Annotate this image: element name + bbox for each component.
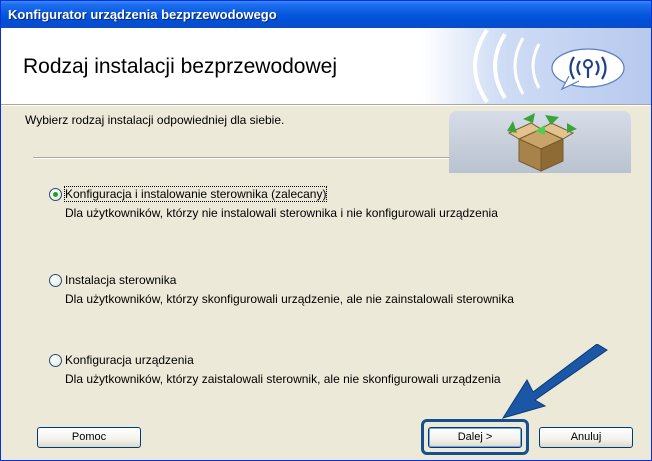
radio-configure-and-install[interactable] [49, 188, 62, 201]
help-button[interactable]: Pomoc [37, 427, 141, 448]
cancel-button[interactable]: Anuluj [539, 427, 633, 448]
radio-configure-device[interactable] [49, 354, 62, 367]
package-arrows-icon [507, 113, 577, 172]
option-description: Dla użytkowników, którzy nie instalowali… [65, 206, 498, 220]
page-title: Rodzaj instalacji bezprzewodowej [23, 55, 337, 78]
illustration-panel [449, 111, 631, 173]
section-divider [33, 157, 449, 159]
header-divider [1, 104, 651, 106]
dialog-window: Konfigurator urządzenia bezprzewodowego … [0, 0, 652, 461]
option-description: Dla użytkowników, którzy skonfigurowali … [65, 292, 514, 306]
option-label[interactable]: Instalacja sterownika [65, 273, 176, 287]
instruction-text: Wybierz rodzaj instalacji odpowiedniej d… [25, 113, 285, 127]
next-button-highlight [421, 419, 529, 455]
wireless-signal-icon [473, 28, 625, 104]
header-panel: Rodzaj instalacji bezprzewodowej [1, 28, 651, 104]
option-description: Dla użytkowników, którzy zaistalowali st… [65, 372, 501, 386]
title-bar[interactable]: Konfigurator urządzenia bezprzewodowego [1, 1, 651, 28]
radio-install-driver[interactable] [49, 274, 62, 287]
option-label[interactable]: Konfiguracja i instalowanie sterownika (… [63, 186, 328, 202]
option-label[interactable]: Konfiguracja urządzenia [65, 353, 194, 367]
pointer-arrow-icon [501, 344, 608, 419]
radio-selected-dot [53, 192, 58, 197]
window-title: Konfigurator urządzenia bezprzewodowego [8, 7, 277, 22]
